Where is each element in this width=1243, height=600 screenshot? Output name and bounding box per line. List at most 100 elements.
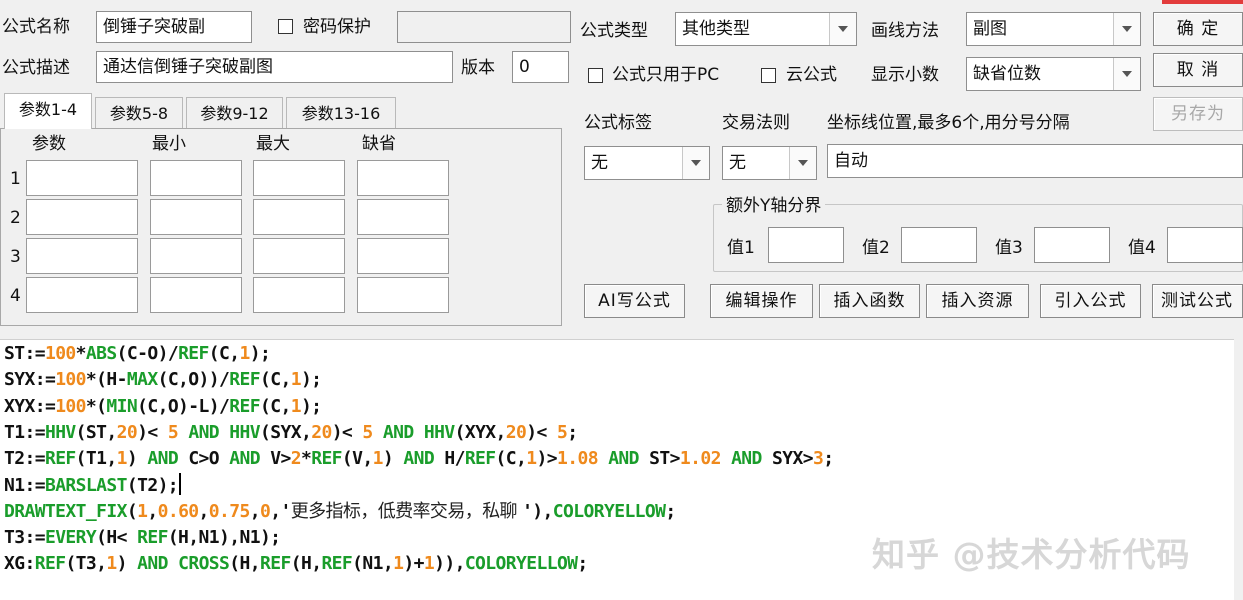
password-input[interactable] xyxy=(397,11,571,43)
formula-name-input[interactable]: 倒锤子突破副 xyxy=(96,11,252,43)
value-1-label: 值1 xyxy=(727,238,755,258)
test-formula-button[interactable]: 测试公式 xyxy=(1152,284,1243,318)
extra-y-axis-label: 额外Y轴分界 xyxy=(722,194,826,218)
password-protect-checkbox[interactable] xyxy=(278,19,293,34)
param-2-name-input[interactable] xyxy=(26,199,138,235)
axis-position-input[interactable]: 自动 xyxy=(827,144,1243,178)
code-token: (C,O)-L)/ xyxy=(137,395,230,417)
code-token: , xyxy=(249,500,261,522)
tab-params-13-16[interactable]: 参数13-16 xyxy=(286,97,396,129)
editor-scrollbar[interactable] xyxy=(1234,339,1243,599)
code-token: ,' xyxy=(270,500,291,522)
code-token: 2 xyxy=(290,448,302,470)
text-cursor xyxy=(179,472,182,495)
value-3-input[interactable] xyxy=(1034,227,1110,263)
code-token: 5 xyxy=(556,421,568,443)
param-2-max-input[interactable] xyxy=(253,199,345,235)
trade-rule-label: 交易法则 xyxy=(722,113,790,133)
code-token: (N1, xyxy=(352,553,394,575)
param-header-name: 参数 xyxy=(32,134,66,154)
ai-write-formula-button[interactable]: AI写公式 xyxy=(584,284,685,318)
value-2-input[interactable] xyxy=(901,227,977,263)
ok-button[interactable]: 确 定 xyxy=(1153,12,1243,46)
value-4-input[interactable] xyxy=(1167,227,1243,263)
window-title-accent xyxy=(1162,0,1243,4)
code-token: 1 xyxy=(116,448,128,470)
insert-resource-button[interactable]: 插入资源 xyxy=(926,284,1029,318)
save-as-button[interactable]: 另存为 xyxy=(1153,97,1243,131)
param-1-max-input[interactable] xyxy=(253,160,345,196)
code-token: REF xyxy=(311,448,342,470)
code-token: DRAWTEXT_FIX xyxy=(4,500,127,522)
param-header-max: 最大 xyxy=(256,134,290,154)
formula-desc-input[interactable]: 通达信倒锤子突破副图 xyxy=(96,51,453,83)
code-token: * xyxy=(75,343,87,364)
code-token: ); xyxy=(300,395,322,417)
param-4-name-input[interactable] xyxy=(26,277,138,313)
code-token: AND xyxy=(229,448,260,470)
param-4-default-input[interactable] xyxy=(357,277,449,313)
chevron-down-icon xyxy=(1113,13,1140,45)
tab-params-1-4[interactable]: 参数1-4 xyxy=(4,93,92,129)
formula-tag-select[interactable]: 无 xyxy=(584,146,710,180)
code-token: (H,N1),N1); xyxy=(167,527,281,549)
watermark: 知乎 @技术分析代码 xyxy=(872,535,1191,574)
trade-rule-select[interactable]: 无 xyxy=(722,146,817,180)
code-token: (C, xyxy=(259,369,291,391)
code-token: 1 xyxy=(290,395,302,417)
param-header-min: 最小 xyxy=(152,134,186,154)
param-2-min-input[interactable] xyxy=(150,199,242,235)
tab-params-9-12[interactable]: 参数9-12 xyxy=(186,97,283,129)
edit-operation-button[interactable]: 编辑操作 xyxy=(710,284,813,318)
code-token: * xyxy=(300,448,312,470)
code-token: (ST, xyxy=(75,421,118,443)
param-4-min-input[interactable] xyxy=(150,277,242,313)
chevron-down-icon xyxy=(829,13,856,45)
import-formula-button[interactable]: 引入公式 xyxy=(1040,284,1141,318)
param-3-default-input[interactable] xyxy=(357,238,449,274)
code-token: AND xyxy=(608,448,639,470)
tab-params-5-8[interactable]: 参数5-8 xyxy=(95,97,183,129)
code-token: REF xyxy=(229,369,260,391)
chevron-down-icon xyxy=(789,147,816,179)
code-token: 5 xyxy=(167,421,179,443)
cloud-formula-checkbox[interactable] xyxy=(761,68,776,83)
param-3-min-input[interactable] xyxy=(150,238,242,274)
decimals-label: 显示小数 xyxy=(871,65,939,85)
param-1-name-input[interactable] xyxy=(26,160,138,196)
formula-type-select[interactable]: 其他类型 xyxy=(675,12,857,46)
version-input[interactable]: 0 xyxy=(512,51,569,83)
param-3-name-input[interactable] xyxy=(26,238,138,274)
param-row-3-label: 3 xyxy=(10,247,21,267)
code-token: COLORYELLOW xyxy=(464,553,578,575)
code-token: REF xyxy=(34,553,66,575)
param-1-default-input[interactable] xyxy=(357,160,449,196)
version-label: 版本 xyxy=(461,58,495,78)
code-token: 1 xyxy=(393,553,404,575)
code-line-8: T3:=EVERY(H< REF(H,N1),N1); xyxy=(4,525,281,551)
draw-method-select[interactable]: 副图 xyxy=(966,12,1141,46)
code-token: )), xyxy=(434,553,465,575)
code-token: 1.02 xyxy=(679,448,722,470)
param-2-default-input[interactable] xyxy=(357,199,449,235)
code-token: 1 xyxy=(137,500,148,522)
cancel-button[interactable]: 取 消 xyxy=(1153,53,1243,87)
insert-function-button[interactable]: 插入函数 xyxy=(819,284,920,318)
code-token: (SYX, xyxy=(260,421,312,443)
decimals-select[interactable]: 缺省位数 xyxy=(966,57,1141,91)
code-token: (C, xyxy=(495,448,527,470)
param-4-max-input[interactable] xyxy=(253,277,345,313)
formula-tag-value: 无 xyxy=(591,153,608,173)
code-token: N1:= xyxy=(4,474,46,496)
code-token: )< xyxy=(331,421,363,443)
code-token: (C, xyxy=(208,343,240,364)
code-token: , xyxy=(147,500,158,522)
param-1-min-input[interactable] xyxy=(150,160,242,196)
value-1-input[interactable] xyxy=(768,227,844,263)
code-token: REF xyxy=(137,527,168,549)
code-token: (H, xyxy=(229,553,260,575)
pc-only-checkbox[interactable] xyxy=(588,68,603,83)
param-3-max-input[interactable] xyxy=(253,238,345,274)
